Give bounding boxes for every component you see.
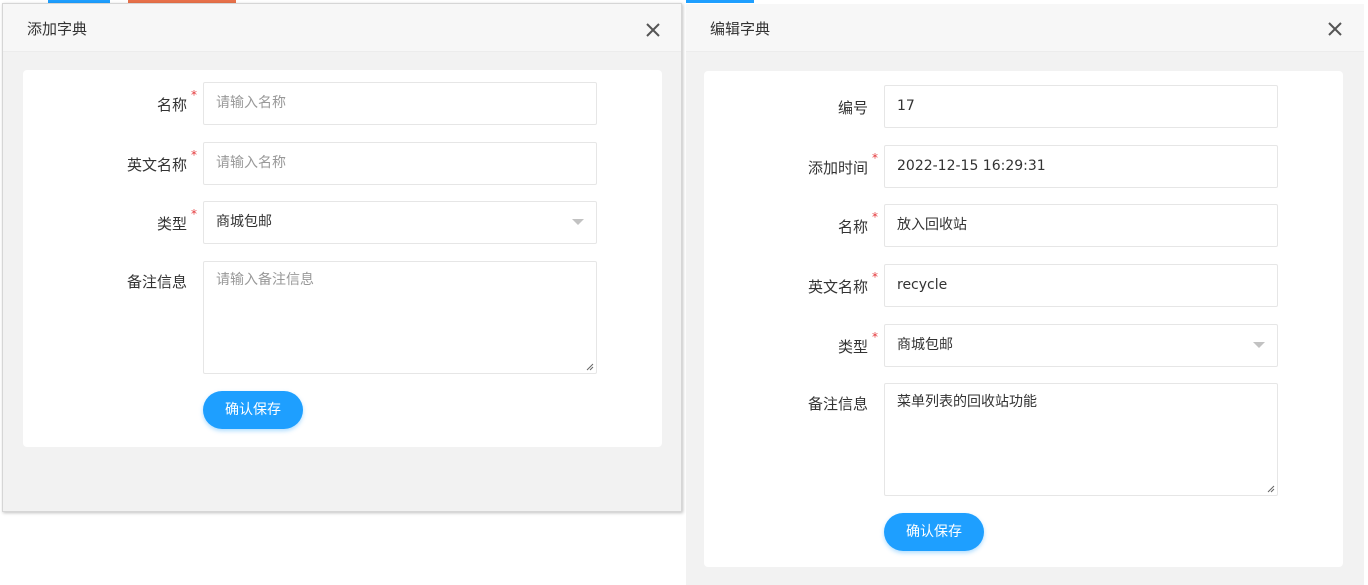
required-mark: * [872, 330, 878, 344]
label-text: 编号 [837, 99, 868, 117]
close-icon[interactable] [1324, 18, 1346, 40]
dialog-header: 编辑字典 [686, 4, 1364, 52]
name-value: 放入回收站 [897, 217, 967, 233]
label-text: 名称 [156, 96, 187, 114]
name-input[interactable]: 请输入名称 [203, 82, 597, 125]
field-label-remark: 备注信息 [808, 393, 868, 414]
type-select-value: 商城包邮 [216, 214, 272, 230]
id-input[interactable]: 17 [884, 85, 1278, 128]
en-name-input[interactable]: 请输入名称 [203, 142, 597, 185]
id-value: 17 [897, 98, 915, 114]
label-text: 备注信息 [807, 395, 868, 413]
resize-grip-icon[interactable] [585, 362, 594, 371]
resize-grip-icon[interactable] [1266, 484, 1275, 493]
label-text: 名称 [837, 218, 868, 236]
form-card: 编号 17 添加时间 * 2022-12-15 16:29:31 名称 * 放入… [704, 71, 1343, 567]
form-card: 名称 * 请输入名称 英文名称 * 请输入名称 类型 * 商城包邮 备注信息 请… [23, 70, 662, 447]
close-icon[interactable] [642, 19, 664, 41]
field-label-type: 类型 [838, 336, 868, 357]
remark-textarea[interactable]: 菜单列表的回收站功能 [884, 383, 1278, 496]
en-name-input[interactable]: recycle [884, 264, 1278, 307]
field-label-name: 名称 [838, 216, 868, 237]
dialog-title: 添加字典 [27, 20, 88, 38]
type-select[interactable]: 商城包邮 [884, 324, 1278, 367]
label-text: 英文名称 [126, 156, 187, 174]
background-tab-fragment [686, 0, 754, 3]
remark-textarea[interactable]: 请输入备注信息 [203, 261, 597, 374]
label-text: 备注信息 [126, 273, 187, 291]
chevron-down-icon [1253, 342, 1265, 348]
field-label-id: 编号 [838, 97, 868, 118]
name-input[interactable]: 放入回收站 [884, 204, 1278, 247]
type-select-value: 商城包邮 [897, 337, 953, 353]
required-mark: * [872, 210, 878, 224]
dialog-title: 编辑字典 [710, 20, 771, 38]
confirm-save-button[interactable]: 确认保存 [884, 513, 984, 551]
label-text: 添加时间 [807, 159, 868, 177]
remark-placeholder: 请输入备注信息 [216, 272, 314, 288]
dialog-header: 添加字典 [3, 4, 681, 52]
en-name-value: recycle [897, 277, 948, 293]
add-dictionary-dialog: 添加字典 名称 * 请输入名称 英文名称 * 请输入名称 类型 * 商城包邮 备… [2, 3, 682, 512]
label-text: 类型 [156, 215, 187, 233]
added-time-input[interactable]: 2022-12-15 16:29:31 [884, 145, 1278, 188]
remark-value: 菜单列表的回收站功能 [897, 394, 1037, 410]
required-mark: * [191, 207, 197, 221]
field-label-type: 类型 [157, 213, 187, 234]
required-mark: * [872, 270, 878, 284]
chevron-down-icon [572, 219, 584, 225]
label-text: 类型 [837, 338, 868, 356]
field-label-en-name: 英文名称 [127, 154, 187, 175]
confirm-save-button[interactable]: 确认保存 [203, 391, 303, 429]
type-select[interactable]: 商城包邮 [203, 201, 597, 244]
required-mark: * [191, 88, 197, 102]
field-label-name: 名称 [157, 94, 187, 115]
field-label-added-time: 添加时间 [808, 157, 868, 178]
field-label-remark: 备注信息 [127, 271, 187, 292]
edit-dictionary-dialog: 编辑字典 编号 17 添加时间 * 2022-12-15 16:29:31 名称… [686, 4, 1364, 585]
field-label-en-name: 英文名称 [808, 276, 868, 297]
label-text: 英文名称 [807, 278, 868, 296]
required-mark: * [872, 151, 878, 165]
required-mark: * [191, 148, 197, 162]
added-time-value: 2022-12-15 16:29:31 [897, 158, 1046, 174]
